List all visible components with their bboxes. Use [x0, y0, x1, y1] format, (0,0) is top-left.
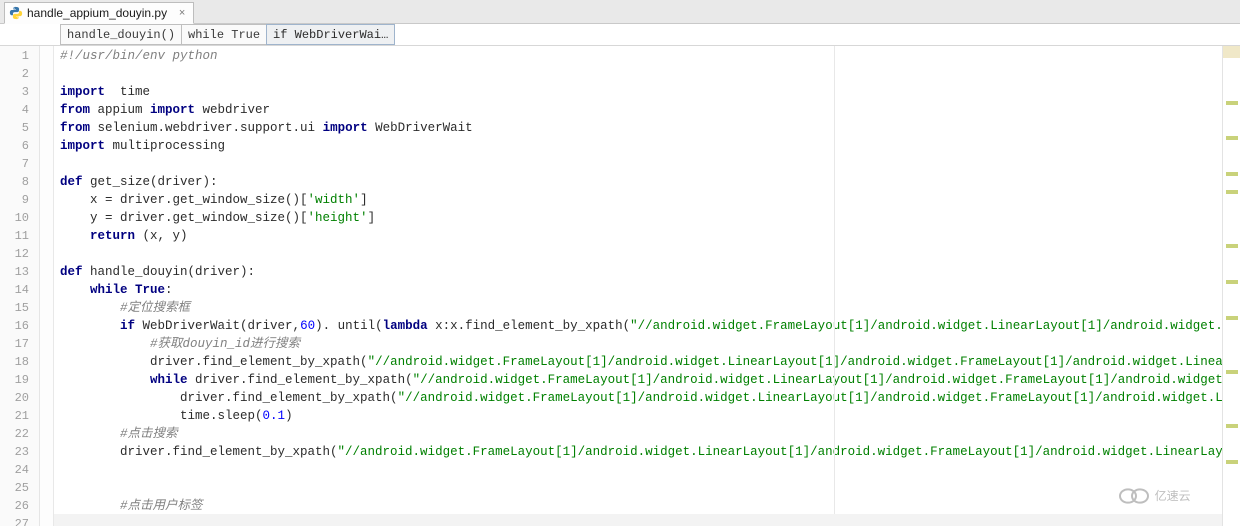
code-line[interactable]: driver.find_element_by_xpath("//android.…: [60, 443, 1222, 461]
line-number: 27: [0, 515, 39, 526]
code-line[interactable]: #定位搜索框: [60, 299, 1222, 317]
line-number: 10: [0, 209, 39, 227]
code-line[interactable]: [60, 245, 1222, 263]
watermark-logo: 亿速云: [1116, 476, 1196, 516]
minimap-scrollbar[interactable]: [1222, 46, 1240, 526]
line-number: 3: [0, 83, 39, 101]
line-number: 11: [0, 227, 39, 245]
line-number: 15: [0, 299, 39, 317]
line-number: 25: [0, 479, 39, 497]
code-line[interactable]: driver.find_element_by_xpath("//android.…: [60, 353, 1222, 371]
code-area[interactable]: #!/usr/bin/env python import timefrom ap…: [54, 46, 1222, 526]
code-line[interactable]: [60, 65, 1222, 83]
code-line[interactable]: x = driver.get_window_size()['width']: [60, 191, 1222, 209]
line-number: 14: [0, 281, 39, 299]
code-line[interactable]: import multiprocessing: [60, 137, 1222, 155]
python-file-icon: [9, 6, 23, 20]
code-line[interactable]: #!/usr/bin/env python: [60, 47, 1222, 65]
line-number: 9: [0, 191, 39, 209]
code-line[interactable]: y = driver.get_window_size()['height']: [60, 209, 1222, 227]
editor-tab-bar: handle_appium_douyin.py ×: [0, 0, 1240, 24]
line-number: 23: [0, 443, 39, 461]
code-line[interactable]: [60, 479, 1222, 497]
code-editor: 1234567891011121314151617181920212223242…: [0, 46, 1240, 526]
line-number: 16: [0, 317, 39, 335]
line-number-gutter: 1234567891011121314151617181920212223242…: [0, 46, 40, 526]
line-number: 1: [0, 47, 39, 65]
code-line[interactable]: while True:: [60, 281, 1222, 299]
code-line[interactable]: while driver.find_element_by_xpath("//an…: [60, 371, 1222, 389]
breadcrumb-item-0[interactable]: handle_douyin(): [60, 24, 182, 45]
line-number: 13: [0, 263, 39, 281]
line-number: 8: [0, 173, 39, 191]
line-number: 5: [0, 119, 39, 137]
code-line[interactable]: if WebDriverWait(driver,60). until(lambd…: [60, 317, 1222, 335]
line-number: 6: [0, 137, 39, 155]
line-number: 7: [0, 155, 39, 173]
code-line[interactable]: return (x, y): [60, 227, 1222, 245]
right-margin-guide: [834, 46, 835, 526]
code-line[interactable]: def handle_douyin(driver):: [60, 263, 1222, 281]
svg-text:亿速云: 亿速云: [1155, 488, 1191, 503]
code-line[interactable]: driver.find_element_by_xpath("//android.…: [60, 389, 1222, 407]
file-tab[interactable]: handle_appium_douyin.py ×: [4, 2, 194, 24]
file-tab-label: handle_appium_douyin.py: [27, 6, 167, 20]
line-number: 18: [0, 353, 39, 371]
line-number: 17: [0, 335, 39, 353]
breadcrumb-bar: handle_douyin() while True if WebDriverW…: [0, 24, 1240, 46]
code-line[interactable]: #点击搜索: [60, 425, 1222, 443]
close-icon[interactable]: ×: [177, 8, 187, 18]
code-line[interactable]: [60, 461, 1222, 479]
line-number: 20: [0, 389, 39, 407]
line-number: 4: [0, 101, 39, 119]
code-line[interactable]: from appium import webdriver: [60, 101, 1222, 119]
code-line[interactable]: [60, 155, 1222, 173]
code-line[interactable]: #获取douyin_id进行搜索: [60, 335, 1222, 353]
code-line[interactable]: import time: [60, 83, 1222, 101]
line-number: 2: [0, 65, 39, 83]
fold-column[interactable]: [40, 46, 54, 526]
code-line[interactable]: time.sleep(0.1): [60, 407, 1222, 425]
code-line[interactable]: #点击用户标签: [60, 497, 1222, 515]
line-number: 26: [0, 497, 39, 515]
horizontal-scrollbar[interactable]: [54, 514, 1222, 526]
line-number: 24: [0, 461, 39, 479]
code-line[interactable]: from selenium.webdriver.support.ui impor…: [60, 119, 1222, 137]
breadcrumb-item-1[interactable]: while True: [181, 24, 267, 45]
line-number: 19: [0, 371, 39, 389]
line-number: 21: [0, 407, 39, 425]
breadcrumb-item-2[interactable]: if WebDriverWai…: [266, 24, 395, 45]
line-number: 22: [0, 425, 39, 443]
code-line[interactable]: def get_size(driver):: [60, 173, 1222, 191]
line-number: 12: [0, 245, 39, 263]
